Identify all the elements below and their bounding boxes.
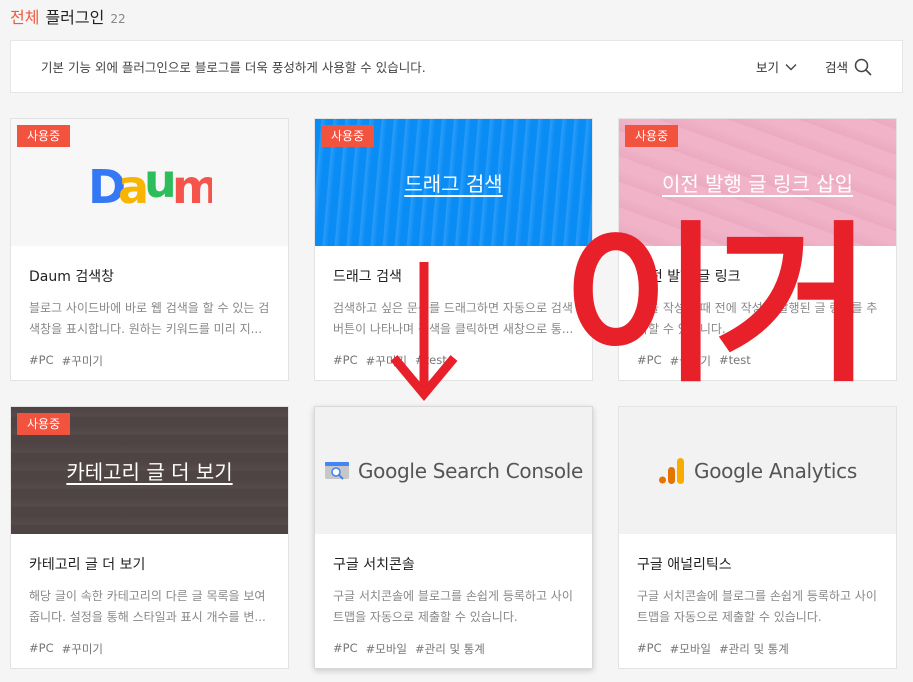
in-use-badge: 사용중 [17, 125, 71, 147]
search-label: 검색 [824, 60, 848, 75]
tag: #모바일 [669, 642, 711, 656]
plugin-card-category-more[interactable]: 사용중 카테고리 글 더 보기 카테고리 글 더 보기 해당 글이 속한 카테고… [10, 406, 289, 669]
tag: #꾸미기 [61, 354, 103, 368]
in-use-badge: 사용중 [321, 125, 375, 147]
chevron-down-icon [785, 63, 797, 70]
card-name: Daum 검색창 [29, 269, 114, 285]
in-use-badge: 사용중 [17, 413, 71, 435]
in-use-badge: 사용중 [625, 125, 679, 147]
plugin-card-google-search-console[interactable]: Google Search Console 구글 서치콘솔 구글 서치콘솔에 블… [314, 406, 593, 669]
card-name: 구글 애널리틱스 [637, 557, 732, 573]
thumbnail-title: 드래그 검색 [404, 172, 503, 196]
search-icon [854, 58, 872, 76]
logo-text: Google Analytics [694, 458, 857, 483]
analytics-logo: Google Analytics [658, 457, 857, 485]
info-description: 기본 기능 외에 플러그인으로 블로그를 더욱 풍성하게 사용할 수 있습니다. [41, 60, 426, 75]
card-tags: #PC #모바일 #관리 및 통계 [637, 641, 878, 657]
search-button[interactable]: 검색 [825, 57, 872, 76]
plugin-count: 22 [110, 12, 126, 26]
card-thumbnail: 사용중 D a u m [11, 119, 288, 246]
thumbnail-title: 카테고리 글 더 보기 [66, 460, 233, 484]
tag: #test [719, 353, 751, 367]
view-label: 보기 [755, 60, 779, 75]
tag: #꾸미기 [365, 354, 407, 368]
card-description: 해당 글이 속한 카테고리의 다른 글 목록을 보여줍니다. 설정을 통해 스타… [29, 589, 266, 624]
analytics-icon [659, 457, 685, 484]
card-description: 구글 서치콘솔에 블로그를 손쉽게 등록하고 사이트맵을 자동으로 제출할 수 … [637, 589, 877, 624]
title-accent: 전체 [10, 8, 40, 27]
tag: #PC [29, 641, 54, 655]
tag: #PC [637, 641, 662, 655]
thumbnail-title: 이전 발행 글 링크 삽입 [661, 172, 854, 196]
tag: #관리 및 통계 [415, 642, 485, 656]
tag: #관리 및 통계 [719, 642, 789, 656]
card-description: 블로그 사이드바에 바로 웹 검색을 할 수 있는 검색창을 표시합니다. 원하… [29, 301, 270, 336]
search-console-icon [324, 461, 349, 480]
card-thumbnail: 사용중 드래그 검색 [315, 119, 592, 246]
card-name: 카테고리 글 더 보기 [29, 557, 146, 573]
card-tags: #PC #꾸미기 #test [333, 353, 574, 369]
card-thumbnail: 사용중 카테고리 글 더 보기 [11, 407, 288, 534]
card-description: 구글 서치콘솔에 블로그를 손쉽게 등록하고 사이트맵을 자동으로 제출할 수 … [333, 589, 573, 624]
plugin-card-previous-post-link[interactable]: 사용중 이전 발행 글 링크 삽입 이전 발행 글 링크 글을 작성할 때 전에… [618, 118, 897, 381]
card-name: 구글 서치콘솔 [333, 557, 415, 573]
card-tags: #PC #모바일 #관리 및 통계 [333, 641, 574, 657]
plugin-card-google-analytics[interactable]: Google Analytics 구글 애널리틱스 구글 서치콘솔에 블로그를 … [618, 406, 897, 669]
title-main: 플러그인 [45, 8, 105, 27]
card-thumbnail: Google Search Console [315, 407, 592, 534]
tag: #PC [29, 353, 54, 367]
tag: #모바일 [365, 642, 407, 656]
tag: #글쓰기 [669, 354, 711, 368]
plugin-card-daum-search[interactable]: 사용중 D a u m Daum 검색창 블로그 사이드바에 바로 웹 검색을 … [10, 118, 289, 381]
card-thumbnail: 사용중 이전 발행 글 링크 삽입 [619, 119, 896, 246]
tag: #PC [333, 353, 358, 367]
logo-text: Google Search Console [357, 458, 584, 483]
search-console-logo: Google Search Console [324, 459, 583, 483]
tag: #PC [333, 641, 358, 655]
tag: #test [415, 353, 447, 367]
info-bar: 기본 기능 외에 플러그인으로 블로그를 더욱 풍성하게 사용할 수 있습니다.… [10, 40, 903, 93]
card-tags: #PC #꾸미기 [29, 353, 270, 369]
card-description: 검색하고 싶은 문구를 드래그하면 자동으로 검색 버튼이 나타나며 검색을 클… [333, 301, 574, 336]
card-tags: #PC #글쓰기 #test [637, 353, 878, 369]
card-description: 글을 작성할 때 전에 작성한 발행된 글 링크를 추가할 수 있습니다. [637, 301, 878, 336]
tag: #꾸미기 [61, 642, 103, 656]
view-button[interactable]: 보기 [756, 57, 797, 76]
page-title: 전체 플러그인 22 [10, 4, 126, 30]
daum-logo: D a u m [88, 157, 212, 209]
plugin-card-drag-search[interactable]: 사용중 드래그 검색 드래그 검색 검색하고 싶은 문구를 드래그하면 자동으로… [314, 118, 593, 381]
card-name: 드래그 검색 [333, 269, 402, 285]
svg-text:m: m [172, 160, 212, 209]
tag: #PC [637, 353, 662, 367]
card-tags: #PC #꾸미기 [29, 641, 270, 657]
card-thumbnail: Google Analytics [619, 407, 896, 534]
card-name: 이전 발행 글 링크 [637, 269, 741, 285]
